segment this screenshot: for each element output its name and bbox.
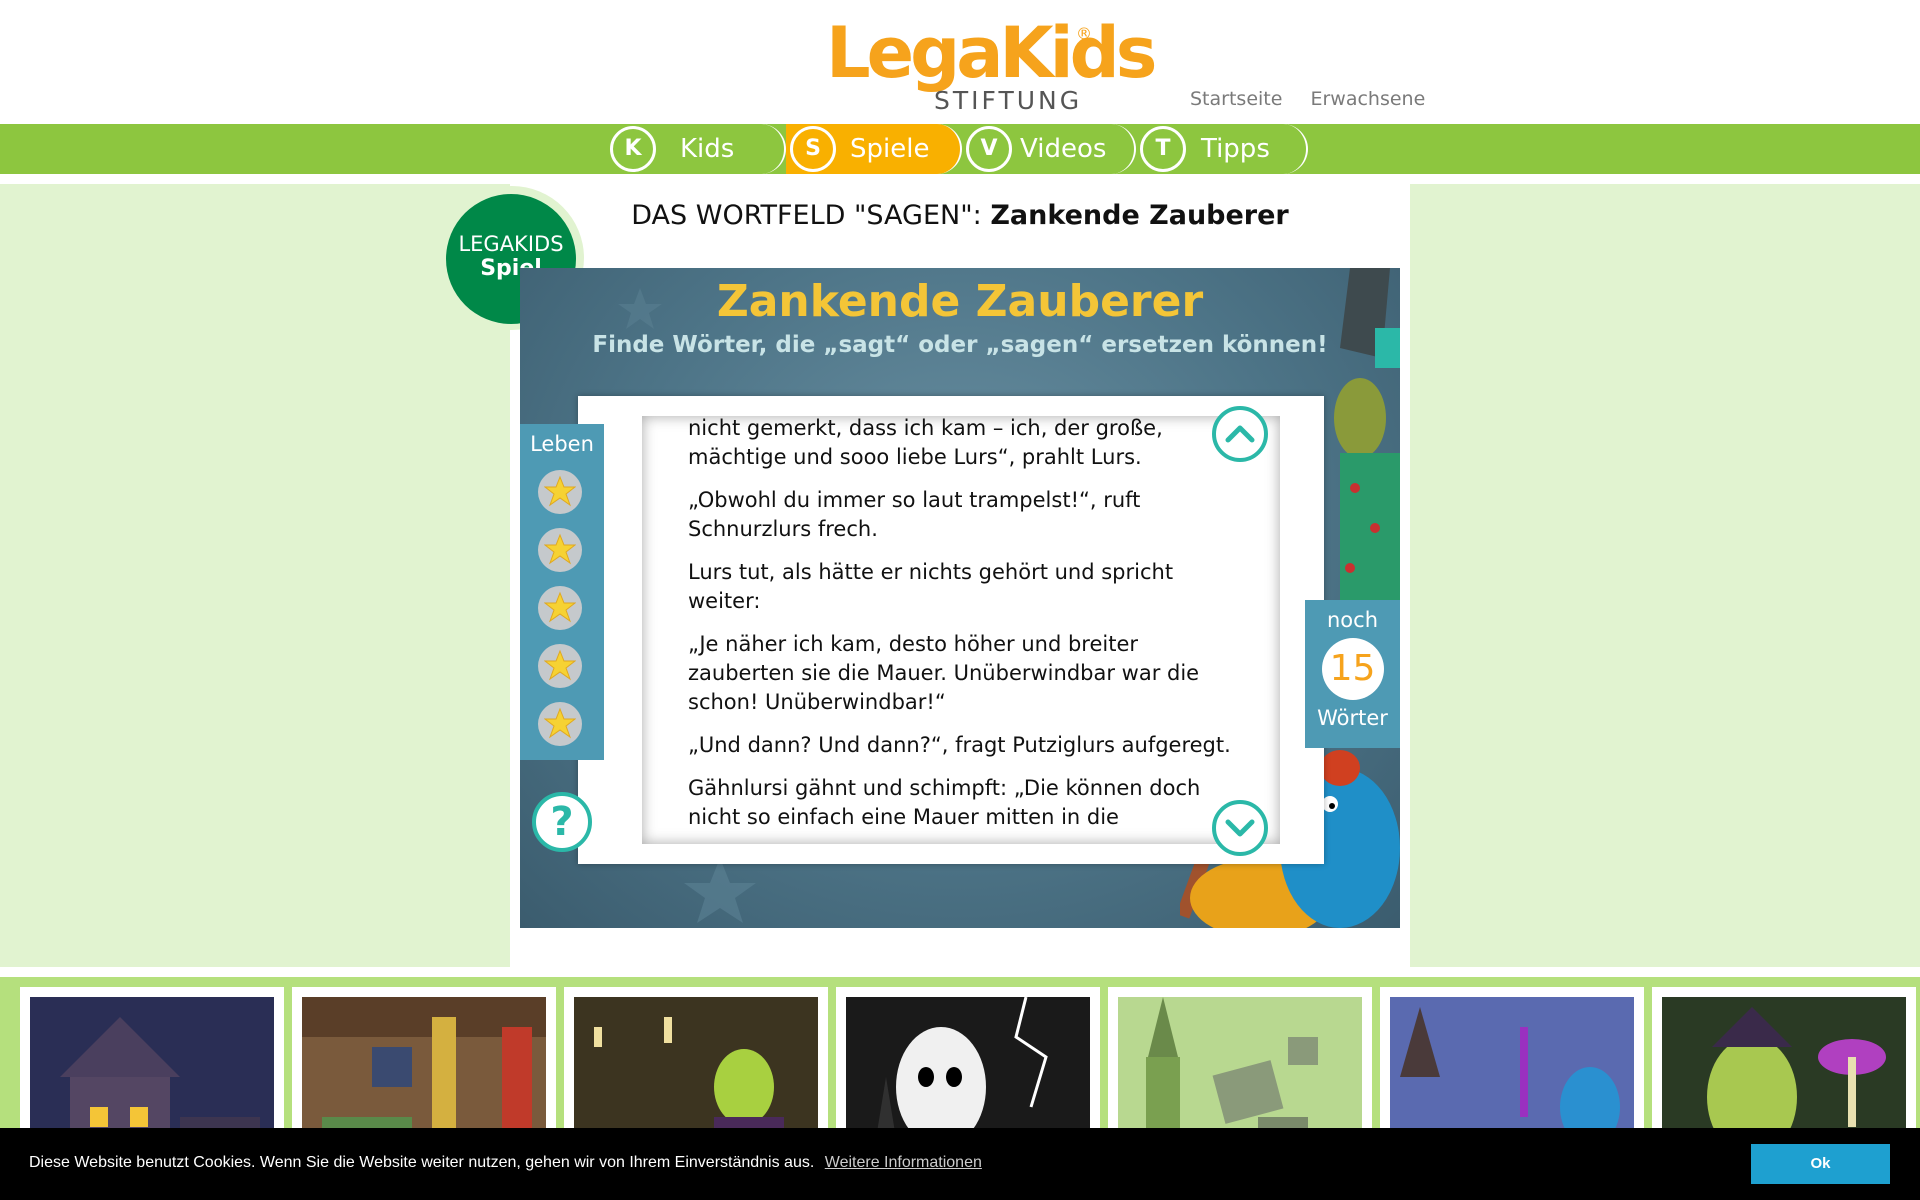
star-icon xyxy=(544,707,576,739)
legakids-logo[interactable]: LegaKids ® STIFTUNG xyxy=(826,14,1157,115)
nav-label: Tipps xyxy=(1201,134,1270,164)
top-links: Startseite Erwachsene xyxy=(1190,88,1447,110)
help-button[interactable]: ? xyxy=(532,792,592,852)
side-panel-right xyxy=(1410,184,1920,967)
logo-registered-mark: ® xyxy=(1076,24,1092,43)
star-icon xyxy=(544,591,576,623)
scroll-down-button[interactable] xyxy=(1212,800,1268,856)
nav-label: Spiele xyxy=(850,134,930,164)
page-title: DAS WORTFELD "SAGEN": Zankende Zauberer xyxy=(520,200,1400,231)
chevron-down-icon xyxy=(1225,819,1255,837)
site-header: LegaKids ® STIFTUNG Startseite Erwachsen… xyxy=(0,0,1920,124)
nav-videos[interactable]: V Videos xyxy=(962,124,1136,174)
story-paragraph[interactable]: „Obwohl du immer so laut trampelst!“, ru… xyxy=(688,486,1248,544)
star-icon xyxy=(544,475,576,507)
life-star-icon xyxy=(538,528,582,572)
logo-subtitle: STIFTUNG xyxy=(934,86,1083,115)
story-paragraph[interactable]: Gähnlursi gähnt und schimpft: „Die könne… xyxy=(688,774,1248,832)
cookie-message: Diese Website benutzt Cookies. Wenn Sie … xyxy=(29,1154,982,1172)
life-star-icon xyxy=(538,470,582,514)
life-star-icon xyxy=(538,586,582,630)
nav-kids[interactable]: K Kids xyxy=(606,124,786,174)
nav-badge-k: K xyxy=(610,126,656,172)
lives-label: Leben xyxy=(530,432,594,456)
title-prefix: DAS WORTFELD "SAGEN": xyxy=(631,200,982,231)
counter-label-top: noch xyxy=(1326,608,1378,632)
side-panel-left xyxy=(0,184,510,967)
counter-value: 15 xyxy=(1321,638,1384,700)
words-counter: noch 15 Wörter xyxy=(1305,600,1400,748)
nav-badge-t: T xyxy=(1140,126,1186,172)
main-nav: K Kids S Spiele V Videos T Tipps xyxy=(0,124,1920,174)
nav-label: Videos xyxy=(1020,134,1107,164)
game-subtitle: Finde Wörter, die „sagt“ oder „sagen“ er… xyxy=(592,332,1328,358)
text-board: nicht gemerkt, dass ich kam – ich, der g… xyxy=(578,396,1324,864)
cookie-text: Diese Website benutzt Cookies. Wenn Sie … xyxy=(29,1154,815,1171)
link-startseite[interactable]: Startseite xyxy=(1190,88,1282,110)
game-title: Zankende Zauberer xyxy=(716,276,1204,327)
lives-panel: Leben xyxy=(520,424,604,760)
logo-wordmark: LegaKids xyxy=(826,12,1157,94)
star-icon xyxy=(544,649,576,681)
story-text: nicht gemerkt, dass ich kam – ich, der g… xyxy=(688,416,1248,844)
game-canvas[interactable]: Zankende Zauberer Finde Wörter, die „sag… xyxy=(520,268,1400,928)
story-paragraph[interactable]: nicht gemerkt, dass ich kam – ich, der g… xyxy=(688,416,1248,472)
nav-label: Kids xyxy=(680,134,735,164)
life-star-icon xyxy=(538,702,582,746)
nav-badge-v: V xyxy=(966,126,1012,172)
scroll-up-button[interactable] xyxy=(1212,406,1268,462)
story-paragraph[interactable]: „Und dann? Und dann?“, fragt Putziglurs … xyxy=(688,731,1248,760)
story-paragraph[interactable]: „Je näher ich kam, desto höher und breit… xyxy=(688,630,1248,717)
title-game-name: Zankende Zauberer xyxy=(990,200,1289,231)
nav-tipps[interactable]: T Tipps xyxy=(1136,124,1308,174)
nav-spiele[interactable]: S Spiele xyxy=(786,124,962,174)
chevron-up-icon xyxy=(1225,425,1255,443)
badge-line1: LEGAKIDS xyxy=(458,232,564,256)
story-text-area[interactable]: nicht gemerkt, dass ich kam – ich, der g… xyxy=(642,416,1280,844)
cookie-more-info-link[interactable]: Weitere Informationen xyxy=(825,1154,982,1171)
life-star-icon xyxy=(538,644,582,688)
nav-badge-s: S xyxy=(790,126,836,172)
cookie-ok-button[interactable]: Ok xyxy=(1751,1144,1890,1184)
cookie-banner: Diese Website benutzt Cookies. Wenn Sie … xyxy=(0,1128,1920,1200)
counter-label-bottom: Wörter xyxy=(1317,706,1388,730)
story-paragraph[interactable]: Lurs tut, als hätte er nichts gehört und… xyxy=(688,558,1248,616)
star-icon xyxy=(544,533,576,565)
link-erwachsene[interactable]: Erwachsene xyxy=(1310,88,1425,110)
